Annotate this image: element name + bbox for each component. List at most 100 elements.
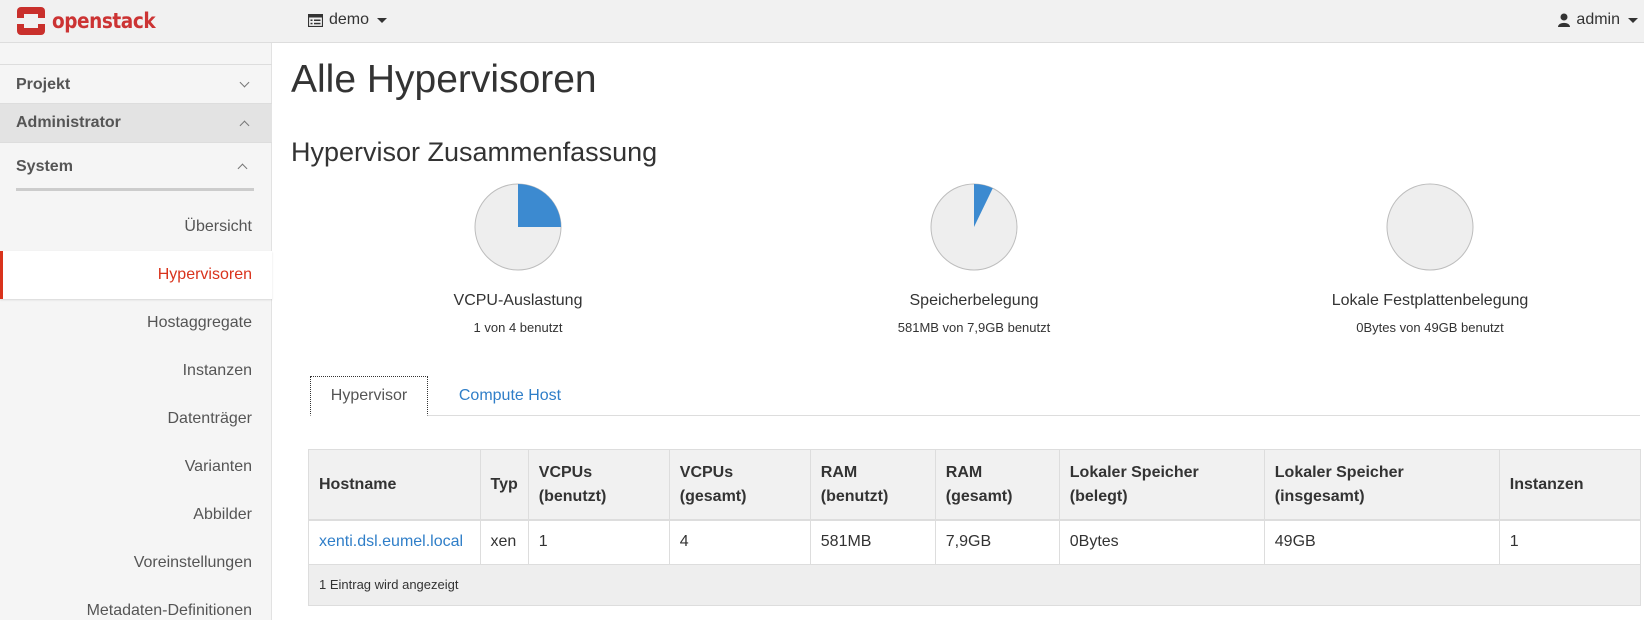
sidebar-item-label: Abbilder bbox=[193, 506, 252, 523]
cell-value: 0Bytes bbox=[1069, 533, 1119, 551]
chevron-up-icon bbox=[237, 163, 248, 174]
pie-free-slice bbox=[1386, 183, 1474, 271]
sidebar-item-varianten[interactable]: Varianten bbox=[0, 443, 272, 491]
tab-bar: Hypervisor Compute Host bbox=[310, 376, 1640, 416]
sidebar-item-label: Datenträger bbox=[167, 410, 253, 427]
cell-value: 1 bbox=[538, 533, 548, 551]
tab-hypervisor[interactable]: Hypervisor bbox=[310, 376, 428, 416]
column-header-sublabel: (belegt) bbox=[1069, 487, 1128, 505]
sidebar-item-abbilder[interactable]: Abbilder bbox=[0, 491, 272, 539]
sidebar-item-label: Instanzen bbox=[182, 362, 252, 379]
sidebar-item-datentraeger[interactable]: Datenträger bbox=[0, 395, 272, 443]
table-header-row: Hostname Typ VCPUs (benutzt) VCPUs (gesamt) RA… bbox=[309, 450, 1640, 521]
memory-usage-chart: Speicherbelegung 581MB von 7,9GB benutzt bbox=[824, 180, 1124, 335]
table-cell: 1 bbox=[528, 520, 670, 565]
sidebar-section-projekt[interactable]: Projekt bbox=[0, 64, 272, 104]
column-header-sublabel: (gesamt) bbox=[945, 487, 1013, 505]
chevron-down-icon bbox=[239, 77, 250, 88]
chart-label: Lokale Festplattenbelegung bbox=[1331, 292, 1529, 309]
cell-value: xen bbox=[490, 533, 517, 551]
column-header-label: VCPUs bbox=[538, 463, 593, 481]
column-header-label: Lokaler Speicher bbox=[1274, 463, 1404, 481]
sidebar-item-label: Hypervisoren bbox=[157, 266, 252, 283]
sidebar-item-voreinstellungen[interactable]: Voreinstellungen bbox=[0, 539, 272, 587]
column-header[interactable]: RAM (benutzt) bbox=[810, 450, 936, 521]
chart-usage: 0Bytes von 49GB benutzt bbox=[1356, 320, 1504, 335]
vcpu-usage-chart: VCPU-Auslastung 1 von 4 benutzt bbox=[368, 180, 668, 335]
chevron-down-icon bbox=[1628, 17, 1638, 23]
sidebar-item-hostaggregate[interactable]: Hostaggregate bbox=[0, 299, 272, 347]
openstack-logo-icon bbox=[17, 7, 45, 35]
logo-text: openstack bbox=[52, 9, 156, 33]
user-dropdown[interactable]: admin bbox=[1558, 11, 1638, 29]
column-header-sublabel: (gesamt) bbox=[679, 487, 747, 505]
sidebar-item-label: Varianten bbox=[184, 458, 252, 475]
table-cell: 1 bbox=[1499, 520, 1640, 565]
sidebar-section-administrator[interactable]: Administrator bbox=[0, 103, 272, 143]
column-header[interactable]: VCPUs (gesamt) bbox=[669, 450, 811, 521]
column-header-label: Lokaler Speicher bbox=[1069, 463, 1199, 481]
sidebar-item-label: Metadaten-Definitionen bbox=[86, 602, 252, 619]
table-cell: 7,9GB bbox=[935, 520, 1060, 565]
top-navbar: openstack demo admin bbox=[0, 0, 1644, 43]
table-body: xenti.dsl.eumel.local xen 1 4 581MB 7,9GB 0Byt… bbox=[309, 520, 1640, 565]
disk-usage-chart: Lokale Festplattenbelegung 0Bytes von 49… bbox=[1280, 180, 1580, 335]
hypervisor-table: Hostname Typ VCPUs (benutzt) VCPUs (gesamt) RA… bbox=[308, 449, 1641, 606]
project-dropdown[interactable]: demo bbox=[308, 11, 388, 29]
chevron-up-icon bbox=[239, 120, 250, 130]
table-cell: 581MB bbox=[810, 520, 936, 565]
column-header[interactable]: Instanzen bbox=[1499, 450, 1640, 521]
table-cell: 0Bytes bbox=[1059, 520, 1265, 565]
column-header-label: Typ bbox=[490, 475, 518, 493]
sidebar-item-hypervisoren[interactable]: Hypervisoren bbox=[0, 251, 272, 299]
vcpu-pie bbox=[474, 183, 562, 271]
sidebar-item-label: Hostaggregate bbox=[147, 314, 252, 331]
sidebar-item-label: Übersicht bbox=[184, 218, 252, 235]
column-header[interactable]: RAM (gesamt) bbox=[935, 450, 1060, 521]
sidebar-subsection-label: System bbox=[16, 157, 73, 175]
column-header[interactable]: Lokaler Speicher (insgesamt) bbox=[1264, 450, 1500, 521]
user-name: admin bbox=[1576, 11, 1620, 28]
table-cell: xen bbox=[480, 520, 529, 565]
disk-pie bbox=[1386, 183, 1474, 271]
openstack-logo[interactable]: openstack bbox=[16, 6, 169, 36]
sidebar-subsection-system[interactable]: System bbox=[16, 145, 254, 191]
chart-label: Speicherbelegung bbox=[909, 292, 1039, 309]
page-title: Alle Hypervisoren bbox=[291, 58, 597, 101]
table-row: xenti.dsl.eumel.local xen 1 4 581MB 7,9GB 0Byt… bbox=[309, 520, 1640, 565]
sidebar-item-label: Voreinstellungen bbox=[133, 554, 252, 571]
column-header[interactable]: Lokaler Speicher (belegt) bbox=[1059, 450, 1265, 521]
hostname-link[interactable]: xenti.dsl.eumel.local bbox=[319, 533, 463, 550]
column-header[interactable]: Typ bbox=[480, 450, 529, 521]
chevron-down-icon bbox=[377, 17, 388, 23]
table-cell: xenti.dsl.eumel.local bbox=[309, 520, 481, 565]
sidebar-section-label: Administrator bbox=[16, 114, 121, 131]
sidebar-section-label: Projekt bbox=[16, 75, 71, 93]
memory-pie bbox=[930, 183, 1018, 271]
cell-value: 7,9GB bbox=[945, 533, 992, 551]
column-header-label: VCPUs bbox=[679, 463, 734, 481]
table-cell: 4 bbox=[669, 520, 811, 565]
chart-usage: 1 von 4 benutzt bbox=[473, 320, 563, 335]
chart-label: VCPU-Auslastung bbox=[453, 292, 583, 309]
project-list-icon bbox=[308, 13, 323, 27]
column-header-label: RAM bbox=[945, 463, 983, 481]
cell-value: 1 bbox=[1509, 533, 1519, 551]
sidebar-item-instanzen[interactable]: Instanzen bbox=[0, 347, 272, 395]
cell-value: 49GB bbox=[1274, 533, 1316, 551]
cell-value: 4 bbox=[679, 533, 689, 551]
column-header-sublabel: (insgesamt) bbox=[1274, 487, 1365, 505]
table-cell: 49GB bbox=[1264, 520, 1500, 565]
column-header-sublabel: (benutzt) bbox=[538, 487, 607, 505]
column-header-label: RAM bbox=[820, 463, 858, 481]
tab-compute-host[interactable]: Compute Host bbox=[450, 376, 570, 416]
column-header-sublabel: (benutzt) bbox=[820, 487, 889, 505]
sidebar-item-uebersicht[interactable]: Übersicht bbox=[0, 203, 272, 251]
column-header[interactable]: Hostname bbox=[309, 450, 481, 521]
sidebar: Projekt Administrator System Übersicht H… bbox=[0, 43, 272, 620]
pie-used-slice bbox=[518, 184, 561, 227]
sidebar-item-metadaten-definitionen[interactable]: Metadaten-Definitionen bbox=[0, 587, 272, 620]
cell-value: 581MB bbox=[820, 533, 872, 551]
table-footer: 1 Eintrag wird angezeigt bbox=[309, 564, 1640, 605]
column-header[interactable]: VCPUs (benutzt) bbox=[528, 450, 670, 521]
